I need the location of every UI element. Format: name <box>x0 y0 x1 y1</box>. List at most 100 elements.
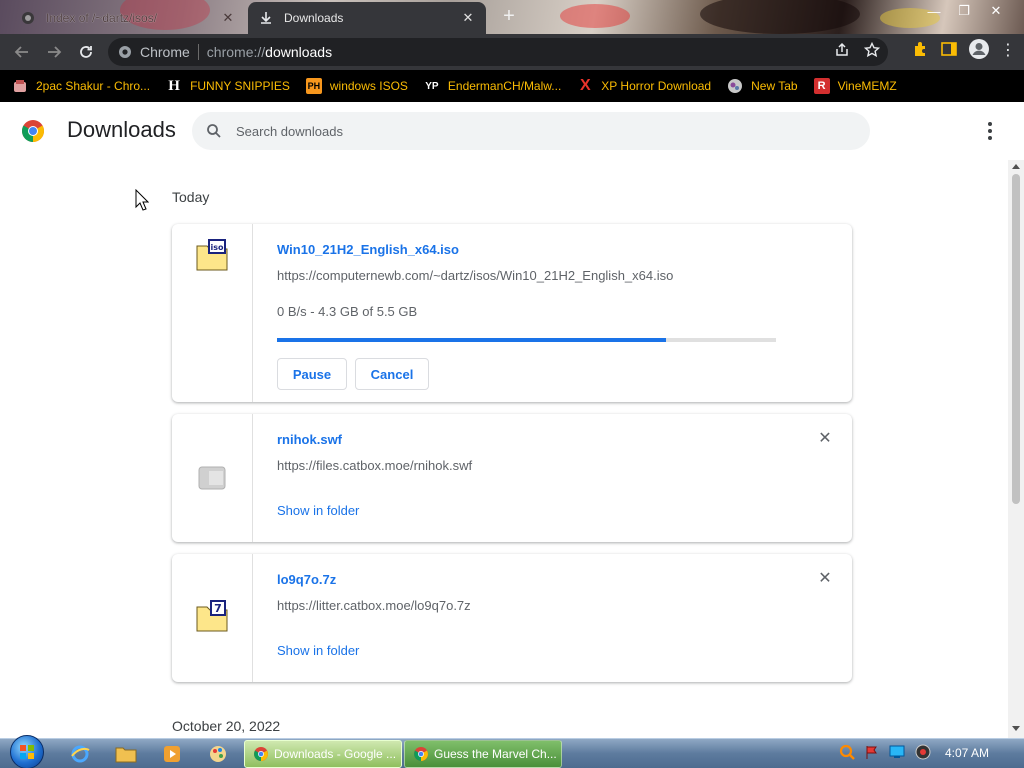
bookmark-item[interactable]: New Tab <box>727 78 798 94</box>
maximize-icon[interactable]: ❐ <box>950 0 978 22</box>
chrome-logo-icon <box>22 120 44 142</box>
scroll-up-arrow-icon[interactable] <box>1012 164 1020 169</box>
bookmark-label: EndermanCH/Malw... <box>447 79 562 93</box>
mouse-cursor-icon <box>135 189 149 211</box>
search-downloads-box[interactable] <box>192 112 870 150</box>
taskbar-button-label: Guess the Marvel Ch... <box>434 747 557 761</box>
download-source-url: https://files.catbox.moe/rnihok.swf <box>277 458 473 473</box>
tab-index-of-isos[interactable]: Index of /~dartz/isos/ ✕ <box>10 2 246 34</box>
close-window-icon[interactable]: ✕ <box>982 0 1010 22</box>
reload-icon[interactable] <box>72 38 100 66</box>
forward-icon[interactable] <box>40 38 68 66</box>
download-file-name[interactable]: rnihok.swf <box>277 432 342 447</box>
svg-text:iso: iso <box>211 243 225 252</box>
download-icon-column: iso <box>172 224 253 402</box>
url-text: chrome://downloads <box>207 44 332 60</box>
bookmark-label: VineMEMZ <box>837 79 897 93</box>
volume-icon[interactable] <box>914 743 932 764</box>
date-heading: October 20, 2022 <box>172 718 281 734</box>
bookmark-item[interactable]: YP EndermanCH/Malw... <box>424 78 561 94</box>
internet-explorer-icon[interactable] <box>68 742 92 766</box>
chrome-icon <box>414 747 428 761</box>
url-host: downloads <box>265 44 333 60</box>
show-in-folder-link[interactable]: Show in folder <box>277 643 359 658</box>
new-tab-button[interactable]: + <box>498 6 520 28</box>
bookmark-item[interactable]: X XP Horror Download <box>577 77 712 94</box>
chrome-icon <box>254 747 268 761</box>
address-bar[interactable]: Chrome chrome://downloads <box>108 38 888 66</box>
download-status: 0 B/s - 4.3 GB of 5.5 GB <box>277 304 418 319</box>
search-input[interactable] <box>236 123 836 139</box>
svg-text:7: 7 <box>214 602 222 615</box>
bookmark-item[interactable]: R VineMEMZ <box>813 78 897 94</box>
bookmark-label: XP Horror Download <box>601 79 712 93</box>
generic-file-icon <box>198 466 226 490</box>
minimize-icon[interactable]: — <box>920 0 948 22</box>
site-info-chip[interactable]: Chrome <box>118 44 190 60</box>
tab-close-icon[interactable]: ✕ <box>220 10 236 26</box>
iso-file-icon: iso <box>196 239 228 271</box>
x-logo-icon: X <box>579 77 591 94</box>
taskbar-clock[interactable]: 4:07 AM <box>945 746 989 760</box>
cancel-button[interactable]: Cancel <box>355 358 429 390</box>
file-explorer-icon[interactable] <box>114 742 138 766</box>
downloads-page: Downloads Today iso Win10_21H2_English_x… <box>0 102 1024 738</box>
start-button[interactable] <box>10 735 44 768</box>
paint-icon[interactable] <box>206 742 230 766</box>
omnibox-divider <box>197 44 199 60</box>
taskbar-button-guess-marvel[interactable]: Guess the Marvel Ch... <box>404 740 562 768</box>
action-center-flag-icon[interactable] <box>864 744 880 763</box>
download-file-name[interactable]: lo9q7o.7z <box>277 572 336 587</box>
show-in-folder-link[interactable]: Show in folder <box>277 503 359 518</box>
bookmarks-bar: 2pac Shakur - Chro... H FUNNY SNIPPIES P… <box>0 70 1024 102</box>
bookmark-label: windows ISOS <box>329 79 408 93</box>
taskbar-button-downloads[interactable]: Downloads - Google ... <box>244 740 402 768</box>
more-actions-icon[interactable] <box>980 120 1000 142</box>
download-icon-column: 7 <box>172 554 253 682</box>
extensions-icon[interactable] <box>912 40 930 61</box>
network-icon[interactable] <box>888 744 906 763</box>
remove-download-icon[interactable]: ✕ <box>818 571 832 587</box>
bookmark-item[interactable]: H FUNNY SNIPPIES <box>166 78 290 94</box>
tab-title: Downloads <box>284 11 344 25</box>
tab-close-icon[interactable]: ✕ <box>460 10 476 26</box>
tab-strip: Index of /~dartz/isos/ ✕ Downloads ✕ + —… <box>0 0 1024 34</box>
remove-download-icon[interactable]: ✕ <box>818 431 832 447</box>
yp-logo-icon: YP <box>425 80 439 92</box>
7z-archive-icon: 7 <box>196 600 228 632</box>
bookmark-star-icon[interactable] <box>863 41 881 61</box>
h-letter-icon: H <box>168 77 180 94</box>
bookmark-favicon-icon <box>12 78 28 94</box>
taskbar-button-label: Downloads - Google ... <box>274 747 397 761</box>
system-tray <box>838 743 932 764</box>
scroll-down-arrow-icon[interactable] <box>1012 726 1020 731</box>
bookmark-label: New Tab <box>751 79 798 93</box>
page-scrollbar[interactable] <box>1008 160 1024 738</box>
wallpaper-splat <box>700 0 860 34</box>
search-tray-icon[interactable] <box>838 743 856 764</box>
bookmark-item[interactable]: PH windows ISOS <box>305 78 408 94</box>
download-item: iso Win10_21H2_English_x64.iso https://c… <box>172 224 852 402</box>
date-heading: Today <box>172 189 210 205</box>
download-item: rnihok.swf https://files.catbox.moe/rnih… <box>172 414 852 542</box>
site-chip-label: Chrome <box>140 44 190 60</box>
windows-taskbar: Downloads - Google ... Guess the Marvel … <box>0 735 1024 768</box>
pause-button[interactable]: Pause <box>277 358 347 390</box>
wallpaper-splat <box>560 4 630 28</box>
globe-icon <box>727 78 743 94</box>
bookmark-item[interactable]: 2pac Shakur - Chro... <box>12 78 150 94</box>
tab-favicon-icon <box>20 10 36 26</box>
profile-avatar-icon[interactable] <box>968 38 990 63</box>
scrollbar-thumb[interactable] <box>1012 174 1020 504</box>
download-file-name[interactable]: Win10_21H2_English_x64.iso <box>277 242 459 257</box>
media-player-icon[interactable] <box>160 742 184 766</box>
tab-downloads[interactable]: Downloads ✕ <box>248 2 486 34</box>
downloads-header: Downloads <box>0 102 1024 158</box>
r-logo-icon: R <box>813 78 830 94</box>
side-panel-icon[interactable] <box>940 40 958 61</box>
back-icon[interactable] <box>8 38 36 66</box>
share-icon[interactable] <box>834 42 850 61</box>
windows-logo-icon <box>20 745 34 759</box>
browser-menu-icon[interactable]: ⋮ <box>1000 42 1016 59</box>
download-icon-column <box>172 414 253 542</box>
